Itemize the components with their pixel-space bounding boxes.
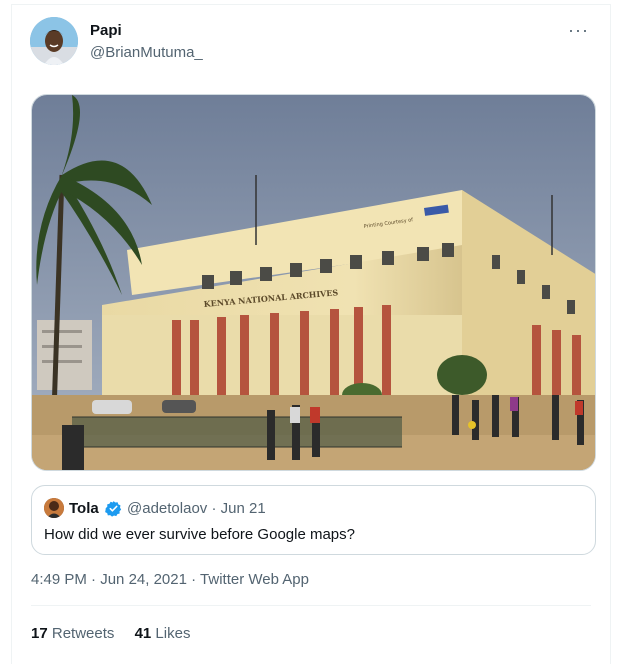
quoted-author-display-name[interactable]: Tola bbox=[69, 500, 99, 517]
likes-label: Likes bbox=[155, 625, 191, 642]
likes-count: 41 bbox=[134, 625, 152, 642]
quoted-date[interactable]: Jun 21 bbox=[221, 500, 266, 517]
tweet-date[interactable]: Jun 24, 2021 bbox=[100, 571, 187, 588]
author-avatar[interactable] bbox=[30, 17, 78, 65]
author-handle[interactable]: @BrianMutuma_ bbox=[90, 44, 203, 61]
tweet-card: Papi @BrianMutuma_ ··· KENYA NATIONAL AR… bbox=[11, 4, 611, 664]
meta-separator-1: · bbox=[91, 571, 97, 588]
tweet-meta: 4:49 PM · Jun 24, 2021 · Twitter Web App bbox=[31, 571, 309, 588]
quoted-avatar-photo bbox=[44, 498, 64, 518]
avatar-photo bbox=[30, 17, 78, 65]
verified-badge-icon bbox=[105, 501, 122, 517]
retweets-stat[interactable]: 17 Retweets bbox=[31, 625, 119, 642]
tweet-source[interactable]: Twitter Web App bbox=[200, 571, 309, 588]
retweets-label: Retweets bbox=[51, 625, 115, 642]
quoted-tweet[interactable]: Tola @adetolaov · Jun 21 How did we ever… bbox=[31, 485, 596, 555]
likes-stat[interactable]: 41 Likes bbox=[135, 625, 191, 642]
tweet-media-photo[interactable]: KENYA NATIONAL ARCHIVES Printing Courtes… bbox=[31, 94, 596, 471]
quoted-handle-and-date[interactable]: @adetolaov · Jun 21 bbox=[127, 500, 266, 517]
quoted-tweet-text: How did we ever survive before Google ma… bbox=[44, 526, 355, 543]
quoted-separator: · bbox=[211, 500, 217, 517]
divider-top bbox=[31, 605, 591, 606]
author-display-name[interactable]: Papi bbox=[90, 22, 122, 39]
tweet-time[interactable]: 4:49 PM bbox=[31, 571, 87, 588]
archives-building-photo: KENYA NATIONAL ARCHIVES Printing Courtes… bbox=[32, 95, 595, 470]
meta-separator-2: · bbox=[191, 571, 197, 588]
more-horizontal-icon[interactable]: ··· bbox=[568, 20, 589, 41]
quoted-author-handle[interactable]: @adetolaov bbox=[127, 500, 207, 517]
tweet-stats: 17 Retweets 41 Likes bbox=[31, 625, 206, 642]
retweets-count: 17 bbox=[31, 625, 48, 642]
quoted-author-avatar[interactable] bbox=[44, 498, 64, 518]
